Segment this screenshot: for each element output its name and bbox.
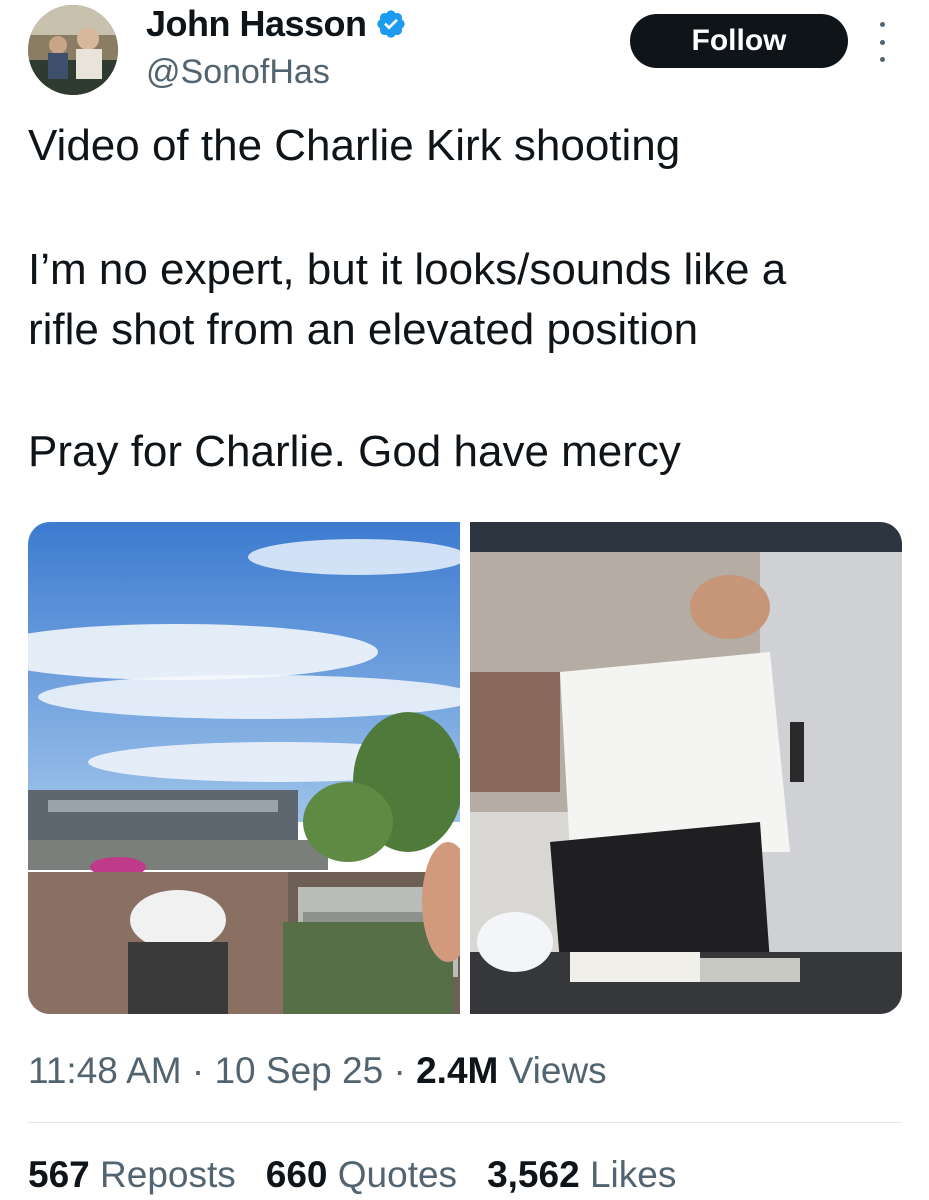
likes-stat[interactable]: 3,562 Likes: [487, 1150, 676, 1200]
quotes-stat[interactable]: 660 Quotes: [266, 1150, 457, 1200]
media-photo-stage[interactable]: [470, 522, 902, 1014]
divider: [28, 1122, 902, 1123]
reposts-stat[interactable]: 567 Reposts: [28, 1150, 236, 1200]
tweet-time[interactable]: 11:48 AM: [28, 1050, 182, 1091]
follow-button[interactable]: Follow: [630, 14, 848, 68]
likes-count: 3,562: [487, 1154, 580, 1195]
more-options-icon[interactable]: [868, 22, 896, 62]
author-name-row[interactable]: John Hasson: [146, 2, 407, 46]
media-photo-crowd[interactable]: [28, 522, 460, 1014]
meta-separator: ·: [393, 1050, 406, 1091]
crowd-photo-icon: [28, 522, 460, 1014]
tweet-meta: 11:48 AM · 10 Sep 25 · 2.4M Views: [28, 1046, 607, 1096]
verified-badge-icon: [376, 10, 405, 38]
reposts-count: 567: [28, 1154, 90, 1195]
views-label: Views: [508, 1050, 607, 1091]
stage-photo-icon: [470, 522, 902, 1014]
tweet-date[interactable]: 10 Sep 25: [214, 1050, 383, 1091]
profile-photo-icon: [28, 5, 118, 95]
engagement-stats: 567 Reposts 660 Quotes 3,562 Likes: [28, 1150, 676, 1200]
quotes-count: 660: [265, 1154, 328, 1195]
meta-separator: ·: [191, 1050, 205, 1091]
quotes-label: Quotes: [337, 1154, 458, 1195]
tweet-text-line: Pray for Charlie. God have mercy: [28, 427, 681, 476]
likes-label: Likes: [589, 1154, 677, 1195]
tweet-text-line: I’m no expert, but it looks/sounds like …: [28, 245, 787, 294]
author-name[interactable]: John Hasson: [146, 2, 367, 46]
views-count: 2.4M: [416, 1050, 499, 1091]
tweet-text-line: Video of the Charlie Kirk shooting: [28, 121, 681, 170]
reposts-label: Reposts: [100, 1154, 236, 1195]
author-handle[interactable]: @SonofHas: [146, 50, 330, 94]
tweet-text-line: rifle shot from an elevated position: [28, 305, 699, 354]
avatar[interactable]: [28, 5, 118, 95]
